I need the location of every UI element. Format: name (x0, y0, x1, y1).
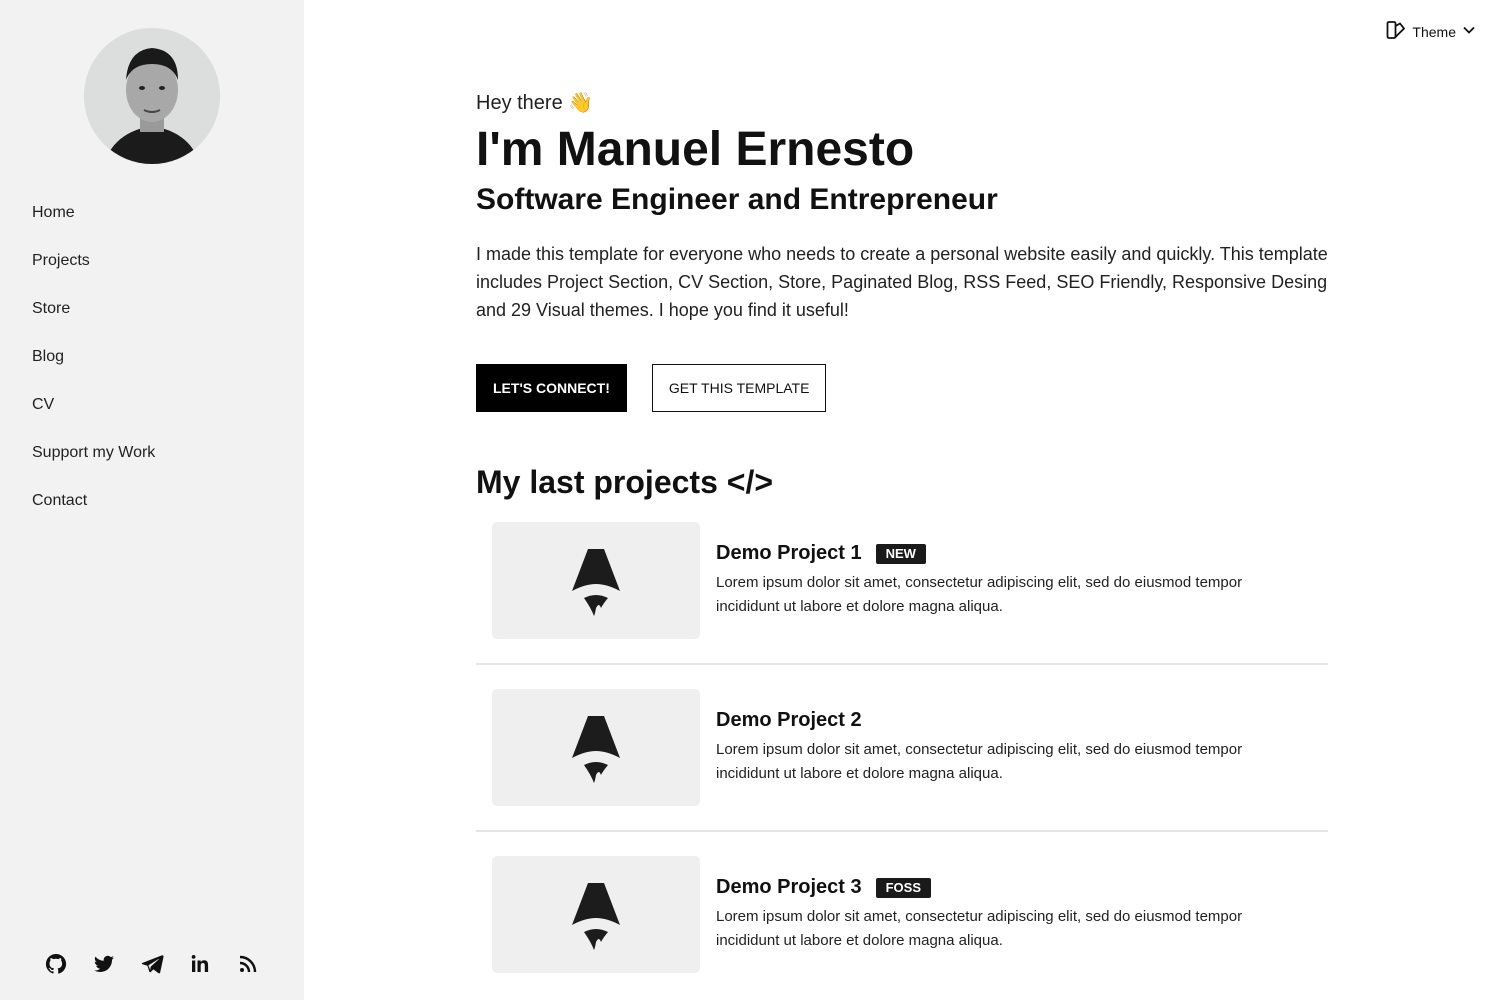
project-title-text: Demo Project 1 (716, 542, 862, 564)
project-title-text: Demo Project 3 (716, 876, 862, 898)
sidebar-nav: Home Projects Store Blog CV Support my W… (32, 200, 155, 536)
avatar[interactable] (84, 28, 220, 164)
project-thumbnail[interactable] (492, 856, 700, 973)
sidebar: Home Projects Store Blog CV Support my W… (0, 0, 304, 1000)
projects-list: Demo Project 1 NEW Lorem ipsum dolor sit… (476, 522, 1328, 973)
palette-icon (1386, 20, 1406, 43)
rss-icon[interactable] (236, 952, 260, 976)
project-card: Demo Project 2 Lorem ipsum dolor sit ame… (476, 689, 1328, 806)
project-title[interactable]: Demo Project 1 NEW (716, 542, 1296, 565)
rocket-logo-icon (572, 882, 620, 950)
projects-heading: My last projects </> (476, 464, 774, 500)
nav-item-cv[interactable]: CV (32, 392, 155, 440)
main-content: Hey there 👋 I'm Manuel Ernesto Software … (476, 88, 1328, 973)
divider (476, 830, 1328, 832)
nav-item-projects[interactable]: Projects (32, 248, 155, 296)
subtitle: Software Engineer and Entrepreneur (476, 183, 998, 216)
project-card: Demo Project 1 NEW Lorem ipsum dolor sit… (476, 522, 1328, 639)
project-thumbnail[interactable] (492, 522, 700, 639)
project-card: Demo Project 3 FOSS Lorem ipsum dolor si… (476, 856, 1328, 973)
project-body: Demo Project 3 FOSS Lorem ipsum dolor si… (716, 856, 1296, 973)
project-thumbnail[interactable] (492, 689, 700, 806)
rocket-logo-icon (572, 715, 620, 783)
github-icon[interactable] (44, 952, 68, 976)
nav-item-home[interactable]: Home (32, 200, 155, 248)
project-title[interactable]: Demo Project 3 FOSS (716, 876, 1296, 899)
chevron-down-icon (1462, 23, 1476, 40)
project-badge: FOSS (875, 877, 932, 898)
nav-item-blog[interactable]: Blog (32, 344, 155, 392)
greeting: Hey there 👋 (476, 92, 594, 114)
get-template-button[interactable]: GET THIS TEMPLATE (651, 364, 827, 412)
nav-item-store[interactable]: Store (32, 296, 155, 344)
avatar-portrait (84, 28, 220, 164)
telegram-icon[interactable] (140, 952, 164, 976)
twitter-icon[interactable] (92, 952, 116, 976)
intro-text: I made this template for everyone who ne… (476, 244, 1328, 320)
project-description: Lorem ipsum dolor sit amet, consectetur … (716, 741, 1243, 782)
divider (476, 663, 1328, 665)
rocket-logo-icon (572, 548, 620, 616)
project-badge: NEW (875, 543, 926, 564)
project-body: Demo Project 1 NEW Lorem ipsum dolor sit… (716, 522, 1296, 639)
project-description: Lorem ipsum dolor sit amet, consectetur … (716, 574, 1243, 615)
nav-item-support[interactable]: Support my Work (32, 440, 155, 488)
project-title-text: Demo Project 2 (716, 709, 862, 731)
nav-item-contact[interactable]: Contact (32, 488, 155, 536)
hero-buttons: LET'S CONNECT! GET THIS TEMPLATE (476, 364, 1328, 412)
linkedin-icon[interactable] (188, 952, 212, 976)
project-description: Lorem ipsum dolor sit amet, consectetur … (716, 908, 1243, 949)
page-title: I'm Manuel Ernesto (476, 123, 915, 176)
theme-label: Theme (1412, 23, 1456, 40)
lets-connect-button[interactable]: LET'S CONNECT! (476, 364, 627, 412)
social-links (44, 952, 260, 976)
project-title[interactable]: Demo Project 2 (716, 709, 1296, 732)
project-body: Demo Project 2 Lorem ipsum dolor sit ame… (716, 689, 1296, 806)
theme-selector[interactable]: Theme (1386, 20, 1476, 43)
